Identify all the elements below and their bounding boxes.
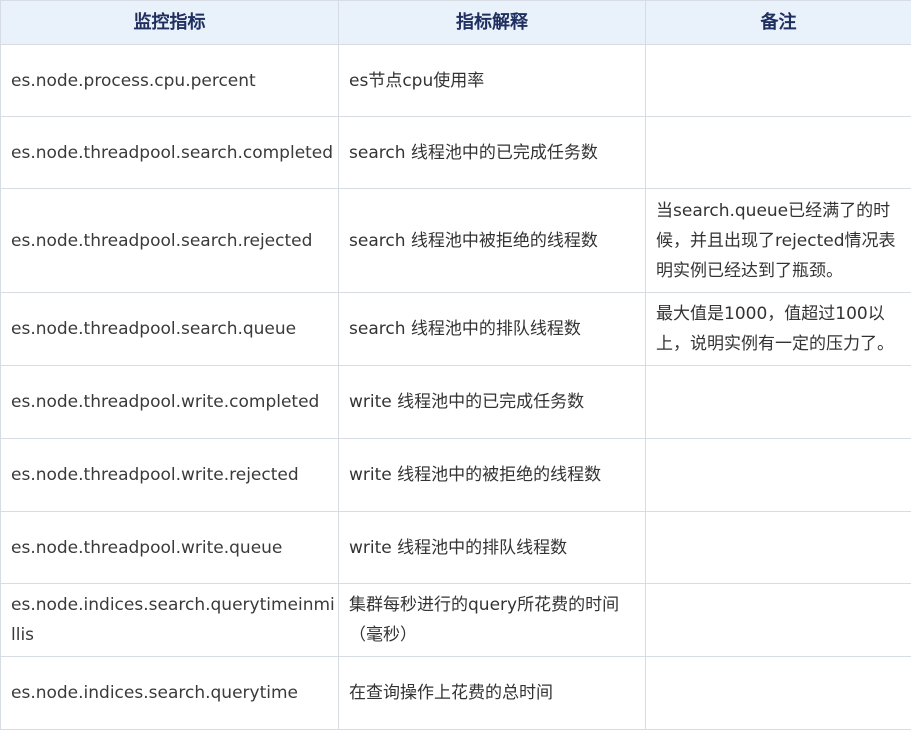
header-row: 监控指标 指标解释 备注 (1, 1, 911, 45)
explanation-cell: write 线程池中的排队线程数 (339, 512, 646, 584)
table-row: es.node.threadpool.write.completed write… (1, 366, 911, 439)
note-cell: 当search.queue已经满了的时候，并且出现了rejected情况表明实例… (646, 189, 911, 293)
header-note: 备注 (646, 1, 911, 45)
explanation-cell: 集群每秒进行的query所花费的时间（毫秒） (339, 584, 646, 657)
table-row: es.node.threadpool.search.completed sear… (1, 117, 911, 189)
table-row: es.node.threadpool.write.queue write 线程池… (1, 512, 911, 584)
metric-cell: es.node.process.cpu.percent (1, 45, 339, 117)
metric-cell: es.node.threadpool.search.queue (1, 293, 339, 366)
table-row: es.node.process.cpu.percent es节点cpu使用率 (1, 45, 911, 117)
explanation-cell: es节点cpu使用率 (339, 45, 646, 117)
note-cell (646, 512, 911, 584)
metric-cell: es.node.threadpool.search.completed (1, 117, 339, 189)
header-explanation: 指标解释 (339, 1, 646, 45)
metric-cell: es.node.indices.search.querytimeinmillis (1, 584, 339, 657)
note-cell (646, 439, 911, 512)
metric-cell: es.node.indices.search.querytime (1, 657, 339, 730)
table-header: 监控指标 指标解释 备注 (1, 1, 911, 45)
table-row: es.node.threadpool.search.queue search 线… (1, 293, 911, 366)
metric-cell: es.node.threadpool.write.rejected (1, 439, 339, 512)
note-cell (646, 584, 911, 657)
explanation-cell: search 线程池中被拒绝的线程数 (339, 189, 646, 293)
metric-cell: es.node.threadpool.write.queue (1, 512, 339, 584)
explanation-cell: 在查询操作上花费的总时间 (339, 657, 646, 730)
table-row: es.node.indices.search.querytimeinmillis… (1, 584, 911, 657)
note-cell (646, 117, 911, 189)
metrics-table: 监控指标 指标解释 备注 es.node.process.cpu.percent… (0, 0, 911, 730)
metric-cell: es.node.threadpool.search.rejected (1, 189, 339, 293)
table-row: es.node.threadpool.search.rejected searc… (1, 189, 911, 293)
header-metric: 监控指标 (1, 1, 339, 45)
note-cell (646, 366, 911, 439)
explanation-cell: write 线程池中的被拒绝的线程数 (339, 439, 646, 512)
note-cell (646, 657, 911, 730)
note-cell: 最大值是1000，值超过100以上，说明实例有一定的压力了。 (646, 293, 911, 366)
explanation-cell: search 线程池中的已完成任务数 (339, 117, 646, 189)
note-cell (646, 45, 911, 117)
explanation-cell: search 线程池中的排队线程数 (339, 293, 646, 366)
metric-cell: es.node.threadpool.write.completed (1, 366, 339, 439)
explanation-cell: write 线程池中的已完成任务数 (339, 366, 646, 439)
table-row: es.node.threadpool.write.rejected write … (1, 439, 911, 512)
table-row: es.node.indices.search.querytime 在查询操作上花… (1, 657, 911, 730)
table-body: es.node.process.cpu.percent es节点cpu使用率 e… (1, 45, 911, 730)
